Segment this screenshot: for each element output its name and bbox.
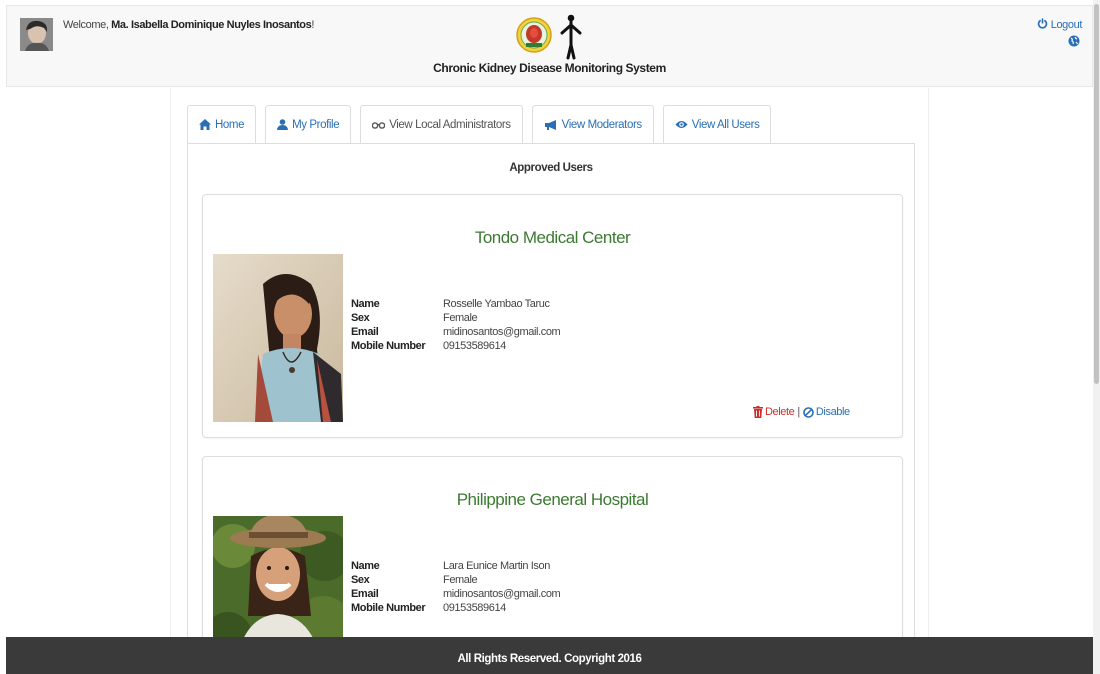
top-navbar: Welcome, Ma. Isabella Dominique Nuyles I…	[6, 5, 1093, 87]
disable-label: Disable	[815, 406, 850, 418]
info-row-email: Email midinosantos@gmail.com	[351, 325, 561, 339]
glasses-icon	[372, 122, 386, 129]
name-value: Rosselle Yambao Taruc	[443, 298, 550, 310]
mobile-label: Mobile Number	[351, 602, 426, 614]
user-actions: Delete | Disable	[753, 406, 850, 418]
info-row-sex: Sex Female	[351, 573, 560, 587]
tab-view-moderators-label: View Moderators	[561, 118, 642, 131]
power-icon	[1037, 18, 1048, 29]
delete-label: Delete	[765, 406, 795, 418]
hospital-name: Tondo Medical Center	[474, 228, 631, 247]
tab-panel: Approved Users Tondo Medical Center Name…	[187, 143, 915, 674]
delete-link[interactable]: Delete	[753, 406, 795, 418]
logout-link[interactable]: Logout	[1037, 18, 1082, 31]
tab-my-profile[interactable]: My Profile	[265, 105, 352, 143]
sex-label: Sex	[351, 312, 370, 324]
info-row-mobile: Mobile Number 09153589614	[351, 339, 560, 353]
main-container: Home My Profile View Local Administrator…	[170, 88, 929, 674]
name-value: Lara Eunice Martin Ison	[443, 560, 550, 572]
user-icon	[277, 119, 289, 130]
avatar[interactable]	[20, 18, 53, 51]
globe-icon[interactable]	[1068, 34, 1080, 52]
copyright-text: All Rights Reserved. Copyright 2016	[457, 653, 642, 665]
bullhorn-icon	[544, 119, 556, 130]
user-photo	[213, 254, 343, 422]
home-icon	[199, 119, 211, 130]
disable-link[interactable]: Disable	[803, 406, 850, 418]
mobile-value: 09153589614	[443, 602, 506, 614]
panel-title: Approved Users	[509, 162, 593, 174]
welcome-suffix: !	[311, 19, 314, 31]
user-name: Ma. Isabella Dominique Nuyles Inosantos	[111, 19, 312, 31]
sex-value: Female	[443, 574, 478, 586]
tab-home-label: Home	[215, 118, 245, 131]
name-label: Name	[351, 560, 380, 572]
info-row-name: Name Lara Eunice Martin Ison	[351, 559, 560, 573]
info-row-email: Email midinosantos@gmail.com	[351, 587, 561, 601]
email-value: midinosantos@gmail.com	[443, 326, 561, 338]
welcome-prefix: Welcome,	[63, 19, 112, 31]
email-value: midinosantos@gmail.com	[443, 588, 561, 600]
tab-home[interactable]: Home	[187, 105, 257, 143]
tab-view-all-users-label: View All Users	[691, 118, 760, 131]
name-label: Name	[351, 298, 380, 310]
user-info: Name Rosselle Yambao Taruc Sex Female Em…	[351, 297, 561, 353]
mobile-value: 09153589614	[443, 340, 506, 352]
system-logo	[512, 13, 592, 63]
info-row-sex: Sex Female	[351, 311, 560, 325]
welcome-message: Welcome, Ma. Isabella Dominique Nuyles I…	[63, 19, 314, 31]
mobile-label: Mobile Number	[351, 340, 426, 352]
ban-icon	[803, 406, 814, 418]
sex-label: Sex	[351, 574, 370, 586]
tab-view-moderators[interactable]: View Moderators	[531, 105, 654, 143]
info-row-name: Name Rosselle Yambao Taruc	[351, 297, 560, 311]
tab-view-local-administrators[interactable]: View Local Administrators	[360, 105, 523, 144]
sex-value: Female	[443, 312, 478, 324]
tab-my-profile-label: My Profile	[292, 118, 340, 131]
hospital-name: Philippine General Hospital	[456, 490, 649, 509]
email-label: Email	[351, 588, 379, 600]
system-title: Chronic Kidney Disease Monitoring System	[433, 61, 666, 75]
trash-icon	[753, 406, 763, 418]
logout-label: Logout	[1050, 19, 1083, 31]
tab-view-local-administrators-label: View Local Administrators	[389, 119, 511, 131]
info-row-mobile: Mobile Number 09153589614	[351, 601, 560, 615]
user-card: Tondo Medical Center Name Rosselle Yamba…	[202, 194, 903, 438]
email-label: Email	[351, 326, 379, 338]
nav-tabs: Home My Profile View Local Administrator…	[187, 105, 780, 144]
eye-icon	[675, 121, 688, 128]
footer: All Rights Reserved. Copyright 2016	[6, 637, 1093, 674]
scrollbar-thumb[interactable]	[1094, 4, 1099, 384]
user-info: Name Lara Eunice Martin Ison Sex Female …	[351, 559, 561, 615]
tab-view-all-users[interactable]: View All Users	[662, 105, 772, 143]
page-scrollbar[interactable]	[1093, 0, 1100, 674]
action-separator: |	[797, 406, 800, 418]
